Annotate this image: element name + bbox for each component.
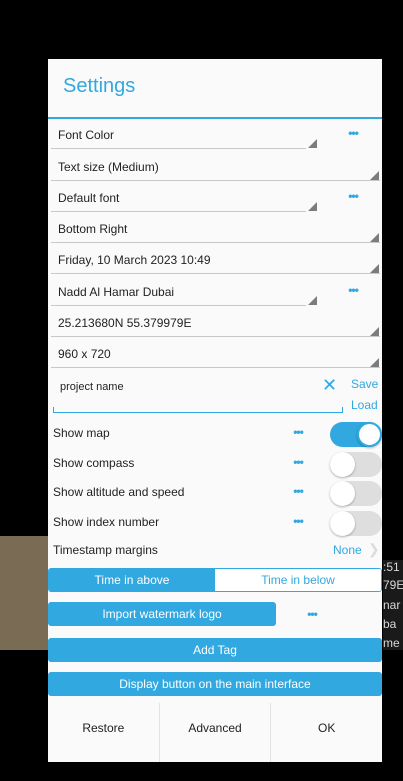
restore-button[interactable]: Restore xyxy=(48,703,160,762)
show-altitude-label: Show altitude and speed xyxy=(53,485,185,499)
time-in-below-option[interactable]: Time in below xyxy=(215,569,381,591)
resolution-label: 960 x 720 xyxy=(58,347,111,361)
dropdown-triangle-icon xyxy=(370,327,379,336)
position-label: Bottom Right xyxy=(58,222,128,236)
select-underline xyxy=(51,180,380,181)
show-compass-toggle[interactable] xyxy=(330,452,382,477)
background-text: me xyxy=(383,636,400,650)
date-format-select[interactable]: Friday, 10 March 2023 10:49 xyxy=(48,245,382,276)
coordinates-select[interactable]: 25.213680N 55.379979E xyxy=(48,308,382,339)
import-logo-more-icon[interactable]: ••• xyxy=(303,607,321,621)
font-family-more-icon[interactable]: ••• xyxy=(344,189,362,203)
background-text: nar xyxy=(383,598,401,612)
font-color-more-icon[interactable]: ••• xyxy=(344,126,362,140)
location-label: Nadd Al Hamar Dubai xyxy=(58,285,175,299)
resolution-select[interactable]: 960 x 720 xyxy=(48,339,382,370)
background-text: :51 xyxy=(383,560,400,574)
select-underline xyxy=(51,211,306,212)
coordinates-label: 25.213680N 55.379979E xyxy=(58,316,192,330)
show-index-toggle[interactable] xyxy=(330,511,382,536)
font-family-label: Default font xyxy=(58,191,120,205)
toggle-knob xyxy=(330,452,355,477)
input-underline xyxy=(53,412,343,413)
font-color-select[interactable]: Font Color ••• xyxy=(48,120,382,151)
select-underline xyxy=(51,273,380,274)
input-underline-cap xyxy=(53,407,54,413)
show-map-toggle[interactable] xyxy=(330,422,382,447)
dropdown-triangle-icon xyxy=(370,233,379,242)
location-select[interactable]: Nadd Al Hamar Dubai ••• xyxy=(48,277,382,308)
toggle-knob xyxy=(330,481,355,506)
ok-button[interactable]: OK xyxy=(271,703,382,762)
advanced-button[interactable]: Advanced xyxy=(160,703,272,762)
dropdown-triangle-icon xyxy=(370,264,379,273)
background-text: 79E xyxy=(383,578,403,592)
dropdown-triangle-icon xyxy=(308,296,317,305)
select-underline xyxy=(51,148,306,149)
show-compass-row: Show compass ••• xyxy=(48,450,382,479)
show-altitude-more-icon[interactable]: ••• xyxy=(289,484,307,498)
select-underline xyxy=(51,242,380,243)
date-label: Friday, 10 March 2023 10:49 xyxy=(58,253,211,267)
select-underline xyxy=(51,305,306,306)
dropdown-triangle-icon xyxy=(308,202,317,211)
dialog-title: Settings xyxy=(63,75,136,97)
font-family-select[interactable]: Default font ••• xyxy=(48,183,382,214)
show-compass-more-icon[interactable]: ••• xyxy=(289,455,307,469)
time-position-segmented-control: Time in above Time in below xyxy=(48,568,382,592)
dropdown-triangle-icon xyxy=(370,171,379,180)
add-tag-button[interactable]: Add Tag xyxy=(48,638,382,662)
show-map-more-icon[interactable]: ••• xyxy=(289,425,307,439)
font-color-label: Font Color xyxy=(58,128,115,142)
background-text: ba xyxy=(383,617,397,631)
toggle-knob xyxy=(357,422,382,447)
project-name-field: ✕ Save Load xyxy=(48,371,382,413)
location-more-icon[interactable]: ••• xyxy=(344,283,362,297)
project-name-input[interactable] xyxy=(60,381,310,393)
position-select[interactable]: Bottom Right xyxy=(48,214,382,245)
show-map-row: Show map ••• xyxy=(48,420,382,449)
import-watermark-logo-button[interactable]: Import watermark logo xyxy=(48,602,276,626)
timestamp-margins-row[interactable]: Timestamp margins None ❯ xyxy=(48,537,382,566)
timestamp-margins-label: Timestamp margins xyxy=(53,543,158,557)
select-underline xyxy=(51,367,380,368)
dropdown-triangle-icon xyxy=(370,358,379,367)
display-button-main-interface-button[interactable]: Display button on the main interface xyxy=(48,672,382,696)
settings-dialog: Settings Font Color ••• Text size (Mediu… xyxy=(48,59,382,762)
show-compass-label: Show compass xyxy=(53,456,135,470)
title-divider xyxy=(48,117,382,119)
background-photo xyxy=(0,536,48,650)
show-map-label: Show map xyxy=(53,426,110,440)
show-altitude-toggle[interactable] xyxy=(330,481,382,506)
chevron-right-icon: ❯ xyxy=(368,541,380,557)
dropdown-triangle-icon xyxy=(308,139,317,148)
time-in-above-option[interactable]: Time in above xyxy=(49,569,215,591)
text-size-label: Text size (Medium) xyxy=(58,160,159,174)
timestamp-margins-value: None xyxy=(333,543,362,557)
show-altitude-row: Show altitude and speed ••• xyxy=(48,479,382,508)
toggle-knob xyxy=(330,511,355,536)
clear-icon[interactable]: ✕ xyxy=(322,375,337,396)
show-index-more-icon[interactable]: ••• xyxy=(289,514,307,528)
text-size-select[interactable]: Text size (Medium) xyxy=(48,152,382,183)
save-button[interactable]: Save xyxy=(351,377,378,391)
show-index-row: Show index number ••• xyxy=(48,509,382,538)
show-index-label: Show index number xyxy=(53,515,160,529)
input-underline-cap xyxy=(342,407,343,413)
select-underline xyxy=(51,336,380,337)
dialog-footer: Restore Advanced OK xyxy=(48,703,382,762)
load-button[interactable]: Load xyxy=(351,398,378,412)
